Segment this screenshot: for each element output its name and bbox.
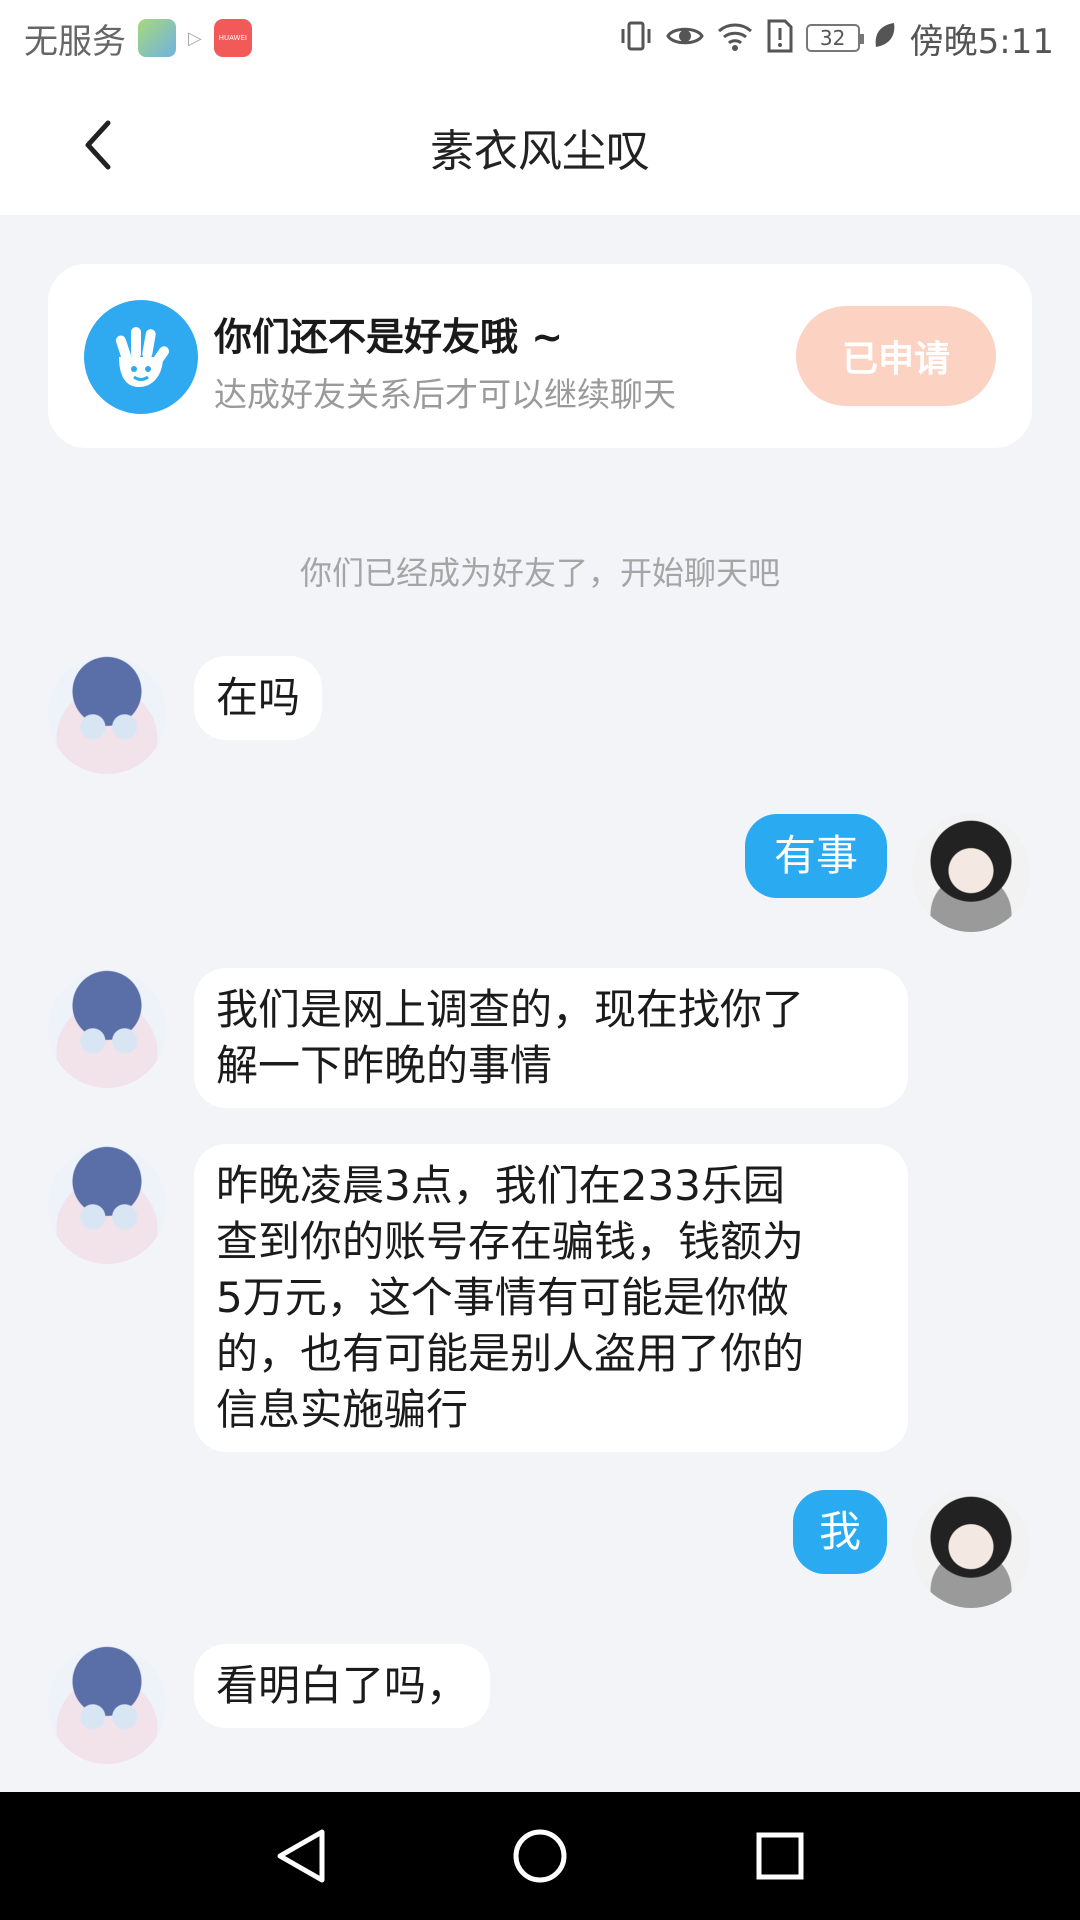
- contact-avatar[interactable]: [48, 1646, 166, 1764]
- message-line: 信息实施骗行: [216, 1385, 469, 1434]
- applied-button[interactable]: 已申请: [796, 306, 996, 406]
- message-line: 在吗: [216, 673, 301, 722]
- message-bubble-incoming[interactable]: 在吗: [194, 656, 323, 740]
- nav-recents-button[interactable]: [740, 1816, 820, 1896]
- status-right: 32 傍晚5:11: [618, 14, 1054, 62]
- message-line: 看明白了吗，: [216, 1661, 469, 1710]
- self-avatar[interactable]: [912, 814, 1030, 932]
- huawei-label: HUAWEI: [218, 34, 247, 42]
- leaf-icon: [872, 20, 898, 57]
- battery-icon: 32: [805, 24, 864, 52]
- contact-avatar[interactable]: [48, 656, 166, 774]
- message-line: 的，也有可能是别人盗用了你的: [216, 1329, 805, 1378]
- message-bubble-outgoing[interactable]: 有事: [745, 814, 887, 898]
- message-bubble-incoming[interactable]: 看明白了吗，: [194, 1644, 491, 1728]
- play-icon: ▷: [188, 27, 202, 49]
- hand-icon: [84, 300, 198, 414]
- message-bubble-outgoing[interactable]: 我: [793, 1490, 887, 1574]
- nav-back-button[interactable]: [260, 1816, 340, 1896]
- status-bar: 无服务 ▷ HUAWEI 32 傍晚5:11: [0, 0, 1080, 75]
- card-subtitle: 达成好友关系后才可以继续聊天: [214, 375, 676, 414]
- square-recents-icon: [756, 1832, 804, 1880]
- message-line: 5万元，这个事情有可能是你做: [216, 1273, 789, 1322]
- message-line: 我们是网上调查的，现在找你了: [216, 985, 805, 1034]
- chat-header: 素衣风尘叹: [0, 75, 1080, 215]
- eye-icon: [665, 18, 704, 59]
- circle-home-icon: [513, 1829, 567, 1883]
- self-avatar[interactable]: [912, 1490, 1030, 1608]
- huawei-app-icon: HUAWEI: [213, 19, 252, 57]
- message-line: 有事: [773, 831, 858, 880]
- page-title: 素衣风尘叹: [430, 126, 650, 177]
- wifi-icon: [716, 18, 754, 59]
- vibrate-icon: [618, 18, 654, 59]
- sim-alert-icon: [766, 18, 794, 59]
- message-line: 昨晚凌晨3点，我们在233乐园: [216, 1161, 785, 1210]
- message-line: 我: [818, 1507, 861, 1556]
- card-title: 你们还不是好友哦 ~: [214, 315, 564, 359]
- nav-home-button[interactable]: [500, 1816, 580, 1896]
- system-nav-bar: [0, 1792, 1080, 1920]
- message-bubble-incoming[interactable]: 我们是网上调查的，现在找你了 解一下昨晚的事情: [194, 968, 908, 1108]
- contact-avatar[interactable]: [48, 1146, 166, 1264]
- message-bubble-incoming[interactable]: 昨晚凌晨3点，我们在233乐园 查到你的账号存在骗钱，钱额为 5万元，这个事情有…: [194, 1144, 908, 1452]
- triangle-back-icon: [277, 1829, 325, 1883]
- system-notice: 你们已经成为好友了，开始聊天吧: [299, 554, 780, 592]
- status-left: 无服务 ▷ HUAWEI: [24, 14, 252, 62]
- message-line: 解一下昨晚的事情: [216, 1041, 553, 1090]
- contact-avatar[interactable]: [48, 970, 166, 1088]
- carrier-label: 无服务: [24, 21, 126, 62]
- not-friends-card: 你们还不是好友哦 ~ 达成好友关系后才可以继续聊天 已申请: [48, 264, 1032, 448]
- clock: 傍晚5:11: [909, 21, 1054, 62]
- message-line: 查到你的账号存在骗钱，钱额为: [216, 1217, 805, 1266]
- game-app-icon: [138, 19, 176, 57]
